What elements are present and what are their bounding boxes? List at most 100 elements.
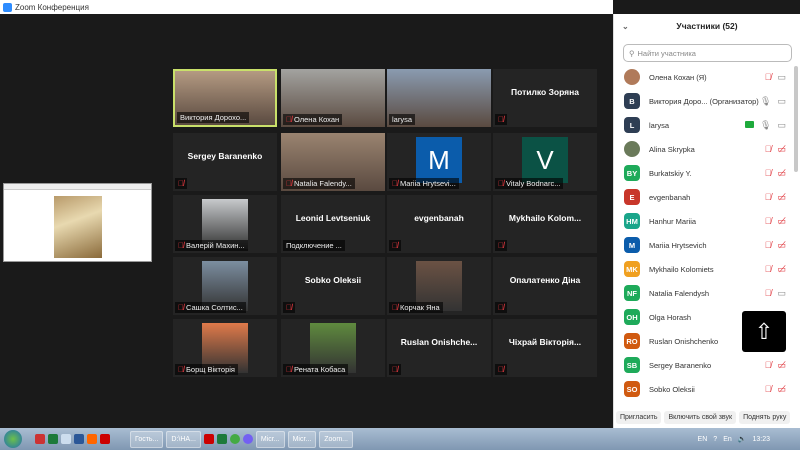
mic-muted-icon[interactable]: 🎙̸ bbox=[765, 360, 772, 371]
taskbar-label: Zoom... bbox=[324, 435, 348, 443]
video-tile[interactable]: 🎙̸ Natalia Falendy... bbox=[281, 133, 385, 191]
video-tile[interactable]: 🎙̸ Сашка Солтис... bbox=[173, 257, 277, 315]
video-tile[interactable]: Ruslan Onishche... 🎙̸ bbox=[387, 319, 491, 377]
app-icon[interactable] bbox=[61, 434, 71, 444]
camera-off-icon[interactable]: ▭̸ bbox=[777, 192, 786, 203]
taskbar-button-zoom[interactable]: Zoom... bbox=[319, 430, 353, 448]
keyboard-layout[interactable]: En bbox=[723, 436, 732, 443]
video-tile[interactable]: Виктория Дорохо... bbox=[173, 69, 277, 127]
mic-muted-icon: 🎙̸ bbox=[178, 303, 184, 312]
raise-hand-button[interactable]: Поднять руку bbox=[739, 411, 791, 424]
unmute-button[interactable]: Включить свой звук bbox=[664, 411, 737, 424]
video-tile[interactable]: Опалатенко Діна 🎙̸ bbox=[493, 257, 597, 315]
mic-muted-icon[interactable]: 🎙̸ bbox=[765, 264, 772, 275]
mic-icon[interactable]: 🎙 bbox=[760, 120, 771, 131]
raise-hand-indicator: ⇧ bbox=[742, 311, 786, 352]
excel-icon[interactable] bbox=[48, 434, 58, 444]
participant-item[interactable]: MK Mykhailo Kolomiets 🎙̸ ▭̸ bbox=[614, 257, 792, 281]
scrollbar[interactable] bbox=[794, 66, 798, 172]
clock[interactable]: 13:23 bbox=[752, 436, 770, 443]
participant-item[interactable]: HM Hanhur Mariia 🎙̸ ▭̸ bbox=[614, 209, 792, 233]
volume-icon[interactable]: 🔈 bbox=[738, 435, 747, 443]
participant-name: Олена Кохан bbox=[294, 115, 340, 124]
viber-icon[interactable] bbox=[242, 434, 253, 444]
camera-off-icon[interactable]: ▭̸ bbox=[777, 264, 786, 275]
participant-name-large: Чіхрай Вікторія... bbox=[508, 337, 582, 347]
participant-item[interactable]: Олена Кохан (Я) 🎙̸ ▭ bbox=[614, 65, 792, 89]
name-label: 🎙̸ bbox=[283, 302, 295, 313]
chrome-icon[interactable] bbox=[229, 434, 240, 444]
taskbar-button-explorer[interactable]: D:\НА... bbox=[166, 430, 201, 448]
video-tile[interactable]: larysa bbox=[387, 69, 491, 127]
camera-off-icon[interactable]: ▭̸ bbox=[777, 168, 786, 179]
video-tile[interactable]: evgenbanah 🎙̸ bbox=[387, 195, 491, 253]
video-tile[interactable]: Потилко Зоряна 🎙̸ bbox=[493, 69, 597, 127]
video-tile[interactable]: 🎙̸ Корчак Яна bbox=[387, 257, 491, 315]
participant-item[interactable]: BY Burkatskiy Y. 🎙̸ ▭̸ bbox=[614, 161, 792, 185]
camera-off-icon[interactable]: ▭̸ bbox=[777, 240, 786, 251]
mic-muted-icon[interactable]: 🎙̸ bbox=[765, 240, 772, 251]
mic-muted-icon: 🎙̸ bbox=[498, 179, 504, 188]
word-icon[interactable] bbox=[74, 434, 84, 444]
camera-icon[interactable]: ▭ bbox=[777, 72, 786, 83]
participant-search-input[interactable]: ⚲ Найти участника bbox=[623, 44, 792, 62]
participant-item[interactable]: M Mariia Hrytsevich 🎙̸ ▭̸ bbox=[614, 233, 792, 257]
participant-item[interactable]: SB Sergey Baranenko 🎙̸ ▭̸ bbox=[614, 353, 792, 377]
participant-item[interactable]: SO Sobko Oleksii 🎙̸ ▭̸ bbox=[614, 377, 792, 401]
camera-off-icon[interactable]: ▭̸ bbox=[777, 384, 786, 395]
app-icon[interactable] bbox=[35, 434, 45, 444]
camera-icon[interactable]: ▭ bbox=[777, 120, 786, 131]
start-button[interactable] bbox=[4, 430, 22, 448]
app-icon[interactable] bbox=[100, 434, 110, 444]
participant-item[interactable]: Eevgenbanah 🎙̸ ▭̸ bbox=[614, 185, 792, 209]
shared-screen-thumbnail[interactable] bbox=[3, 183, 152, 262]
camera-icon[interactable]: ▭ bbox=[777, 288, 786, 299]
app-icon[interactable] bbox=[203, 434, 214, 444]
participant-item[interactable]: Llarysa 🎙 ▭ bbox=[614, 113, 792, 137]
video-tile[interactable]: Чіхрай Вікторія... 🎙̸ bbox=[493, 319, 597, 377]
mic-muted-icon[interactable]: 🎙̸ bbox=[765, 384, 772, 395]
invite-button[interactable]: Пригласить bbox=[616, 411, 662, 424]
camera-off-icon[interactable]: ▭̸ bbox=[777, 216, 786, 227]
help-icon[interactable]: ? bbox=[713, 436, 717, 443]
mic-muted-icon[interactable]: 🎙̸ bbox=[765, 168, 772, 179]
name-label: 🎙̸ bbox=[389, 240, 401, 251]
camera-off-icon[interactable]: ▭̸ bbox=[777, 144, 786, 155]
participant-item[interactable]: B Виктория Доро... (Организатор) 🎙 ▭ bbox=[614, 89, 792, 113]
camera-icon[interactable]: ▭ bbox=[777, 96, 786, 107]
chevron-down-icon[interactable]: ⌄ bbox=[622, 22, 629, 31]
participant-name: Natalia Falendy... bbox=[294, 179, 352, 188]
mic-muted-icon[interactable]: 🎙̸ bbox=[765, 72, 772, 83]
firefox-icon[interactable] bbox=[87, 434, 97, 444]
mic-icon[interactable]: 🎙 bbox=[760, 96, 771, 107]
video-tile[interactable]: Leonid Levtseniuk Подключение ... bbox=[281, 195, 385, 253]
mic-muted-icon[interactable]: 🎙̸ bbox=[765, 144, 772, 155]
language-indicator[interactable]: EN bbox=[698, 436, 708, 443]
video-tile[interactable]: V 🎙̸ Vitaly Bodnarc... bbox=[493, 133, 597, 191]
mic-muted-icon[interactable]: 🎙̸ bbox=[765, 288, 772, 299]
participant-name-large: Sobko Oleksii bbox=[304, 275, 362, 285]
taskbar-button-firefox[interactable]: Гость... bbox=[130, 430, 164, 448]
video-tile[interactable]: 🎙̸ Валерій Махин... bbox=[173, 195, 277, 253]
video-tile[interactable]: Sobko Oleksii 🎙̸ bbox=[281, 257, 385, 315]
mic-muted-icon[interactable]: 🎙̸ bbox=[765, 216, 772, 227]
avatar: OH bbox=[624, 309, 640, 325]
video-tile[interactable]: 🎙̸ Борщ Вікторія bbox=[173, 319, 277, 377]
video-tile[interactable]: Mykhailo Kolom... 🎙̸ bbox=[493, 195, 597, 253]
excel-icon[interactable] bbox=[216, 434, 227, 444]
participant-item[interactable]: NF Natalia Falendysh 🎙̸ ▭ bbox=[614, 281, 792, 305]
taskbar-button-word[interactable]: Micr... bbox=[255, 430, 285, 448]
name-label: 🎙̸ Борщ Вікторія bbox=[175, 364, 238, 375]
video-tile[interactable]: Sergey Baranenko 🎙̸ bbox=[173, 133, 277, 191]
video-tile[interactable]: 🎙̸ Олена Кохан bbox=[281, 69, 385, 127]
mic-muted-icon: 🎙̸ bbox=[286, 179, 292, 188]
camera-off-icon[interactable]: ▭̸ bbox=[777, 360, 786, 371]
mic-muted-icon[interactable]: 🎙̸ bbox=[765, 192, 772, 203]
video-tile[interactable]: 🎙̸ Рената Кобаса bbox=[281, 319, 385, 377]
mic-muted-icon: 🎙̸ bbox=[286, 365, 292, 374]
name-label: 🎙̸ Mariia Hrytsevi... bbox=[389, 178, 459, 189]
participant-name: Корчак Яна bbox=[400, 303, 440, 312]
video-tile[interactable]: M 🎙̸ Mariia Hrytsevi... bbox=[387, 133, 491, 191]
participant-item[interactable]: Alina Skrypka 🎙̸ ▭̸ bbox=[614, 137, 792, 161]
taskbar-button-powerpoint[interactable]: Micr... bbox=[287, 430, 317, 448]
